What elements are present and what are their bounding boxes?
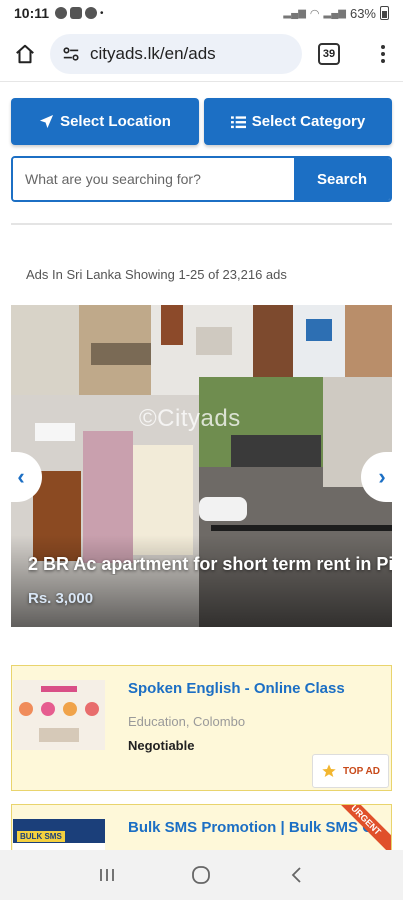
- ads-count-text: Ads In Sri Lanka Showing 1-25 of 23,216 …: [26, 267, 287, 282]
- photo-bathroom: [345, 305, 392, 377]
- status-time: 10:11: [14, 5, 50, 21]
- signal-icon: ▂▄▆: [283, 7, 306, 19]
- select-category-button[interactable]: Select Category: [204, 98, 392, 145]
- status-bar: 10:11 • ▂▄▆ ◠ ▂▄▆ 63%: [0, 0, 403, 26]
- recent-apps-button[interactable]: [87, 860, 127, 890]
- featured-ad-price: Rs. 3,000: [28, 590, 94, 607]
- ad-card[interactable]: Spoken English - Online Class Education,…: [11, 665, 392, 791]
- chevron-left-icon: ‹: [17, 464, 25, 489]
- thumb-text-block: [39, 728, 79, 742]
- search-input[interactable]: [13, 158, 294, 200]
- page-content: Select Location Select Category Search A…: [0, 82, 403, 850]
- top-ad-label: TOP AD: [342, 765, 380, 777]
- tabs-count-button[interactable]: 39: [318, 42, 340, 65]
- thumb-text: BULK SMS: [17, 831, 65, 842]
- thumb-heading: [41, 686, 77, 692]
- ad-price: Negotiable: [128, 738, 195, 753]
- site-settings-icon: [63, 46, 79, 61]
- recent-apps-icon: [100, 869, 115, 881]
- system-nav-bar: [0, 850, 403, 900]
- divider: [11, 223, 392, 225]
- overflow-menu-button[interactable]: [373, 44, 393, 63]
- cityads-watermark: ©Cityads: [139, 405, 241, 432]
- search-bar: Search: [11, 156, 392, 202]
- photo-kitchen: [11, 305, 79, 395]
- ad-category-location: Education, Colombo: [128, 714, 246, 729]
- ad-title[interactable]: Bulk SMS Promotion | Bulk SMS Ga: [128, 819, 382, 836]
- ad-thumbnail: [13, 680, 105, 750]
- system-icons: ▂▄▆ ◠ ▂▄▆ 63%: [283, 6, 389, 21]
- ad-title[interactable]: Spoken English - Online Class: [128, 680, 345, 697]
- location-arrow-icon: [40, 114, 54, 129]
- battery-icon: [380, 6, 389, 20]
- menu-dot: [381, 44, 385, 49]
- notification-icons: •: [55, 7, 104, 19]
- featured-ad-title[interactable]: 2 BR Ac apartment for short term rent in…: [28, 554, 392, 575]
- battery-text: 63%: [349, 5, 376, 21]
- list-icon: [230, 115, 246, 128]
- select-category-label: Select Category: [251, 113, 366, 130]
- photo-counter-top: [91, 343, 151, 365]
- thumb-circle: [85, 702, 99, 716]
- whatsapp-icon: [85, 7, 98, 19]
- home-circle-icon: [192, 866, 211, 884]
- photo-fridge: [293, 305, 345, 377]
- filter-buttons: Select Location Select Category: [11, 98, 392, 145]
- featured-ad-slider[interactable]: ©Cityads 2 BR Ac apartment for short ter…: [11, 305, 392, 627]
- photo-ac-unit: [35, 423, 75, 441]
- home-icon: [16, 44, 34, 63]
- back-button[interactable]: [276, 860, 316, 890]
- address-bar[interactable]: cityads.lk/en/ads: [50, 33, 302, 74]
- select-location-button[interactable]: Select Location: [11, 98, 199, 145]
- message-icon: [55, 7, 68, 19]
- star-icon: [322, 764, 336, 777]
- thumb-circle: [19, 702, 33, 716]
- photo-railing: [211, 525, 392, 531]
- slider-overlay: [11, 535, 392, 627]
- ad-card[interactable]: BULK SMS Bulk SMS Promotion | Bulk SMS G…: [11, 804, 392, 850]
- url-text: cityads.lk/en/ads: [90, 43, 216, 63]
- menu-dot: [381, 51, 385, 56]
- slider-next-button[interactable]: ›: [361, 452, 403, 502]
- chevron-right-icon: ›: [378, 464, 386, 489]
- search-button[interactable]: Search: [294, 158, 390, 200]
- photo-table: [196, 327, 232, 355]
- back-chevron-icon: [291, 867, 301, 883]
- home-nav-button[interactable]: [181, 860, 221, 890]
- photo-fridge-label: [306, 319, 332, 341]
- photo-door: [161, 305, 183, 345]
- ad-thumbnail: BULK SMS: [13, 819, 105, 850]
- thumb-circle: [41, 702, 55, 716]
- menu-dot: [381, 58, 385, 63]
- wifi-icon: ◠: [309, 7, 320, 20]
- thumb-circle: [63, 702, 77, 716]
- home-button[interactable]: [10, 39, 40, 69]
- signal-icon-2: ▂▄▆: [323, 7, 346, 19]
- photo-car: [199, 497, 247, 521]
- top-ad-badge: TOP AD: [311, 754, 389, 788]
- dot-icon: •: [100, 7, 104, 19]
- select-location-label: Select Location: [60, 113, 171, 130]
- youtube-icon: [70, 7, 83, 19]
- browser-toolbar: cityads.lk/en/ads 39: [0, 26, 403, 82]
